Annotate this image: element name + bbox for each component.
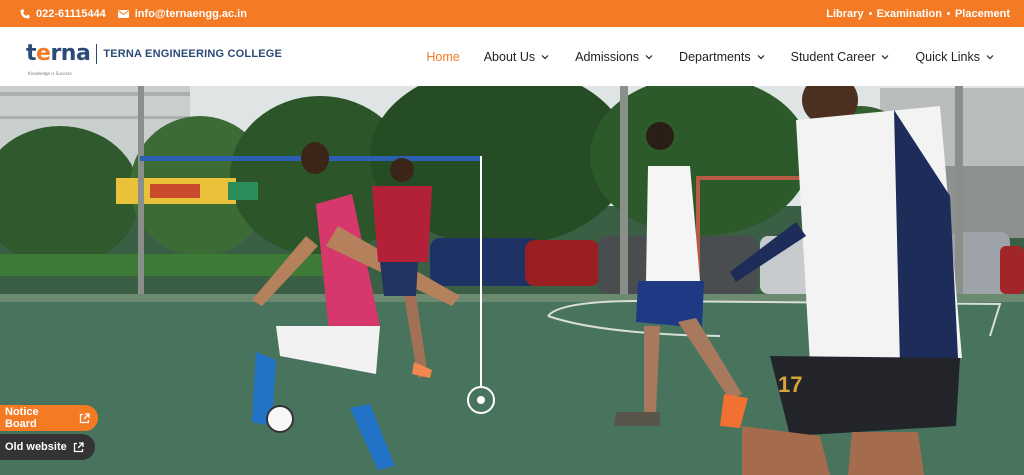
library-link[interactable]: Library	[826, 8, 863, 20]
email-contact[interactable]: info@ternaengg.ac.in	[117, 7, 247, 20]
nav-admissions[interactable]: Admissions	[575, 50, 655, 64]
chevron-down-icon	[757, 54, 765, 59]
top-contact-bar: 022-61115444 info@ternaengg.ac.in Librar…	[0, 0, 1024, 27]
logo-divider	[96, 44, 98, 64]
nav-about-us-label: About Us	[483, 49, 536, 64]
terna-logo-mark: terna Knowledge is Success	[26, 41, 91, 77]
phone-contact[interactable]: 022-61115444	[20, 8, 106, 20]
nav-about-us[interactable]: About Us	[484, 50, 551, 64]
nav-home-label: Home	[426, 49, 460, 64]
envelope-icon	[117, 9, 129, 18]
separator-dot	[868, 12, 872, 15]
logo-letters-rna: rna	[50, 41, 91, 66]
placement-link[interactable]: Placement	[955, 8, 1010, 20]
chevron-down-icon	[986, 54, 994, 59]
examination-link[interactable]: Examination	[877, 8, 942, 20]
chevron-down-icon	[881, 54, 889, 59]
logo-letter-t: t	[26, 41, 37, 66]
nav-home[interactable]: Home	[426, 50, 459, 64]
primary-nav: Home About Us Admissions Departments Stu…	[426, 27, 996, 86]
chevron-down-icon	[645, 54, 653, 59]
chevron-down-icon	[541, 54, 549, 59]
nav-student-career[interactable]: Student Career	[791, 50, 892, 64]
separator-dot	[946, 12, 950, 15]
nav-quick-links[interactable]: Quick Links	[915, 50, 996, 64]
phone-number: 022-61115444	[36, 7, 106, 20]
external-link-icon	[79, 412, 90, 423]
college-name: TERNA ENGINEERING COLLEGE	[103, 48, 283, 60]
hero-banner: 17	[0, 86, 1024, 475]
nav-admissions-label: Admissions	[575, 49, 640, 64]
main-header: terna Knowledge is Success TERNA ENGINEE…	[0, 27, 1024, 86]
nav-student-career-label: Student Career	[790, 49, 876, 64]
phone-icon	[20, 9, 30, 18]
nav-quick-links-label: Quick Links	[915, 49, 980, 64]
external-link-icon	[73, 441, 84, 452]
notice-board-button[interactable]: Notice Board	[0, 405, 98, 431]
nav-departments-label: Departments	[679, 49, 751, 64]
notice-board-label: Notice Board	[5, 406, 39, 430]
email-address: info@ternaengg.ac.in	[134, 7, 247, 20]
nav-departments[interactable]: Departments	[679, 50, 767, 64]
logo-letter-e: e	[36, 41, 51, 66]
logo-tagline: Knowledge is Success	[28, 71, 72, 76]
jersey-number: 17	[778, 372, 802, 397]
football-scene-illustration: 17	[0, 86, 1024, 475]
old-website-button[interactable]: Old website	[0, 434, 95, 460]
college-logo[interactable]: terna Knowledge is Success TERNA ENGINEE…	[26, 41, 283, 77]
old-website-label: Old website	[5, 441, 67, 453]
